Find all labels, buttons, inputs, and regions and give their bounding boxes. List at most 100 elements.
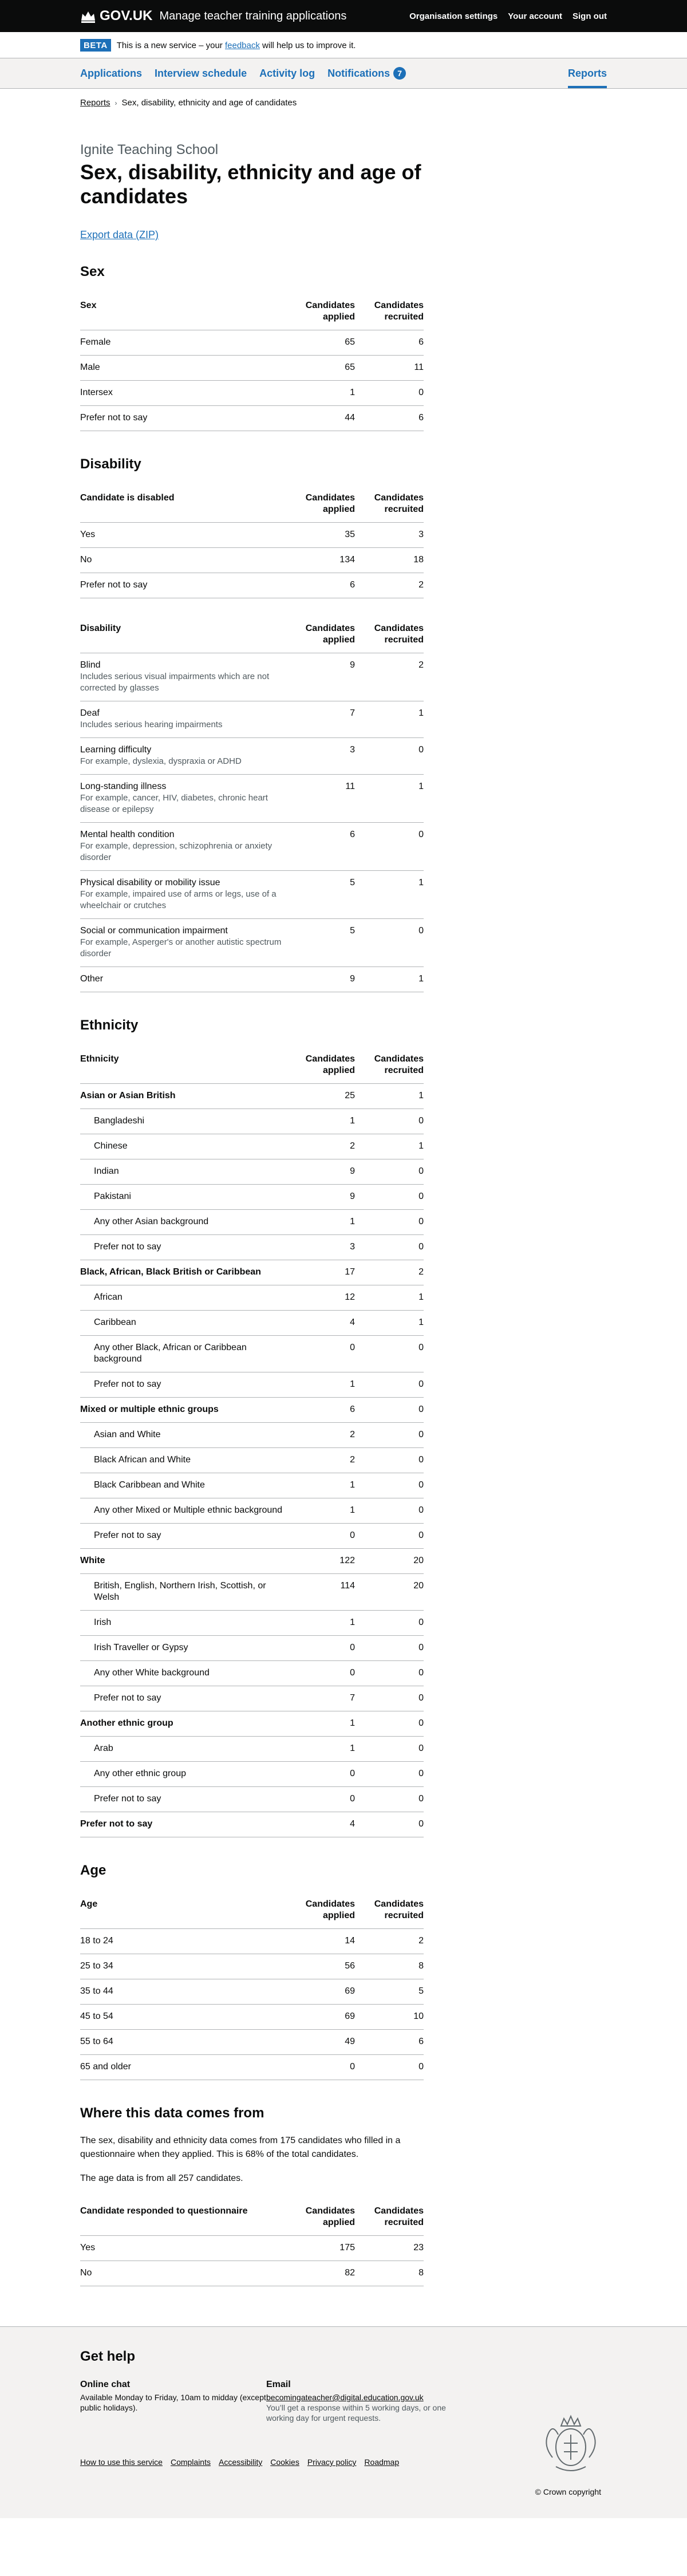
- recruited-count: 0: [355, 1209, 424, 1235]
- nav-notifications[interactable]: Notifications 7: [327, 67, 406, 80]
- applied-count: 5: [286, 870, 355, 919]
- table-row: Long-standing illness For example, cancer…: [80, 774, 424, 823]
- row-label-text: Social or communication impairment: [80, 926, 228, 936]
- recruited-count: 0: [355, 1635, 424, 1661]
- header-link-your-account[interactable]: Your account: [508, 11, 562, 21]
- online-chat-section: Online chat Available Monday to Friday, …: [80, 2380, 266, 2423]
- age-col-header: Age: [80, 1892, 286, 1929]
- footer-link-privacy-policy[interactable]: Privacy policy: [307, 2457, 357, 2467]
- row-label: Pakistani: [80, 1184, 286, 1210]
- table-row: Intersex 1 0: [80, 380, 424, 406]
- header-nav: Organisation settings Your account Sign …: [409, 11, 607, 21]
- table-row: Blind Includes serious visual impairments…: [80, 653, 424, 701]
- table-row: White 122 20: [80, 1548, 424, 1574]
- recruited-count: 0: [355, 918, 424, 967]
- table-row: Any other Black, African or Caribbean ba…: [80, 1335, 424, 1372]
- recruited-count: 1: [355, 1083, 424, 1109]
- applied-count: 2: [286, 1422, 355, 1448]
- nav-applications[interactable]: Applications: [80, 68, 142, 80]
- nav-reports[interactable]: Reports: [567, 58, 607, 88]
- applied-count: 0: [286, 1660, 355, 1686]
- support-email-link[interactable]: becomingateacher@digital.education.gov.u…: [266, 2392, 452, 2403]
- row-label-text: Yes: [80, 530, 96, 539]
- sex-heading: Sex: [80, 264, 105, 279]
- royal-crest-icon: [546, 2415, 596, 2471]
- row-label-text: 55 to 64: [80, 2037, 113, 2046]
- applied-count: 7: [286, 701, 355, 738]
- applied-count: 9: [286, 967, 355, 992]
- row-label: Prefer not to say: [80, 405, 286, 431]
- recruited-count: 6: [355, 2029, 424, 2055]
- row-label-text: Asian and White: [94, 1430, 161, 1439]
- service-name[interactable]: Manage teacher training applications: [159, 10, 346, 23]
- footer-link-accessibility[interactable]: Accessibility: [219, 2457, 262, 2467]
- row-label-text: Mental health condition: [80, 830, 175, 839]
- row-label: No: [80, 2261, 286, 2286]
- header-link-sign-out[interactable]: Sign out: [572, 11, 607, 21]
- footer-link-roadmap[interactable]: Roadmap: [364, 2457, 399, 2467]
- row-hint: Includes serious visual impairments whic…: [80, 672, 270, 693]
- sex-col-header: Sex: [80, 294, 286, 330]
- row-label: White: [80, 1548, 286, 1574]
- row-label: Arab: [80, 1736, 286, 1762]
- recruited-count: 0: [355, 737, 424, 775]
- row-label: 25 to 34: [80, 1954, 286, 1979]
- breadcrumb: Reports › Sex, disability, ethnicity and…: [80, 98, 424, 108]
- recruited-count: 8: [355, 1954, 424, 1979]
- row-label: 55 to 64: [80, 2029, 286, 2055]
- applied-count: 49: [286, 2029, 355, 2055]
- applied-col-header: Candidates applied: [286, 294, 355, 330]
- row-label-text: Black Caribbean and White: [94, 1480, 205, 1490]
- breadcrumb-current: Sex, disability, ethnicity and age of ca…: [121, 98, 297, 108]
- applied-count: 1: [286, 1372, 355, 1398]
- recruited-count: 0: [355, 1159, 424, 1185]
- footer-link-complaints[interactable]: Complaints: [171, 2457, 211, 2467]
- crown-copyright-link[interactable]: © Crown copyright: [535, 2487, 601, 2496]
- recruited-count: 0: [355, 1812, 424, 1837]
- recruited-count: 0: [355, 1761, 424, 1787]
- row-hint: For example, cancer, HIV, diabetes, chro…: [80, 793, 268, 814]
- applied-count: 82: [286, 2261, 355, 2286]
- page-title: Sex, disability, ethnicity and age of ca…: [80, 160, 421, 208]
- feedback-link[interactable]: feedback: [225, 41, 260, 50]
- table-row: Irish 1 0: [80, 1610, 424, 1636]
- recruited-count: 0: [355, 2054, 424, 2080]
- row-label-text: Another ethnic group: [80, 1718, 173, 1728]
- nav-interview-schedule[interactable]: Interview schedule: [155, 68, 247, 80]
- table-row: 55 to 64 49 6: [80, 2029, 424, 2055]
- email-text: You’ll get a response within 5 working d…: [266, 2403, 446, 2423]
- applied-col-header: Candidates applied: [286, 1047, 355, 1084]
- applied-count: 69: [286, 1979, 355, 2005]
- footer-link-how-to-use[interactable]: How to use this service: [80, 2457, 163, 2467]
- footer-link-cookies[interactable]: Cookies: [270, 2457, 299, 2467]
- breadcrumb-reports[interactable]: Reports: [80, 98, 110, 108]
- row-label: Any other White background: [80, 1660, 286, 1686]
- table-row: Black, African, Black British or Caribbe…: [80, 1260, 424, 1285]
- disability-type-table: Disability Candidates applied Candidates…: [80, 617, 424, 992]
- applied-count: 3: [286, 1234, 355, 1260]
- row-label-text: White: [80, 1556, 105, 1565]
- row-label: British, English, Northern Irish, Scotti…: [80, 1573, 286, 1611]
- table-row: Prefer not to say 1 0: [80, 1372, 424, 1398]
- export-data-link[interactable]: Export data (ZIP): [80, 229, 424, 241]
- row-label: Black, African, Black British or Caribbe…: [80, 1260, 286, 1285]
- header-link-organisation-settings[interactable]: Organisation settings: [409, 11, 498, 21]
- recruited-count: 3: [355, 522, 424, 548]
- recruited-count: 0: [355, 1108, 424, 1134]
- site-footer: Get help Online chat Available Monday to…: [0, 2326, 687, 2518]
- row-label: Chinese: [80, 1134, 286, 1159]
- nav-activity-log[interactable]: Activity log: [259, 68, 315, 80]
- recruited-count: 2: [355, 1928, 424, 1954]
- govuk-logo[interactable]: GOV.UK: [80, 8, 152, 24]
- table-row: Indian 9 0: [80, 1159, 424, 1185]
- table-row: 18 to 24 14 2: [80, 1928, 424, 1954]
- primary-nav: Applications Interview schedule Activity…: [0, 58, 687, 89]
- row-label-text: Any other Black, African or Caribbean ba…: [94, 1343, 247, 1364]
- table-row: Prefer not to say 44 6: [80, 405, 424, 431]
- recruited-col-header: Candidates recruited: [355, 617, 424, 653]
- disabled-table: Candidate is disabled Candidates applied…: [80, 486, 424, 598]
- row-label-text: Asian or Asian British: [80, 1091, 176, 1100]
- applied-count: 65: [286, 355, 355, 381]
- recruited-col-header: Candidates recruited: [355, 486, 424, 523]
- age-table: Age Candidates applied Candidates recrui…: [80, 1892, 424, 2080]
